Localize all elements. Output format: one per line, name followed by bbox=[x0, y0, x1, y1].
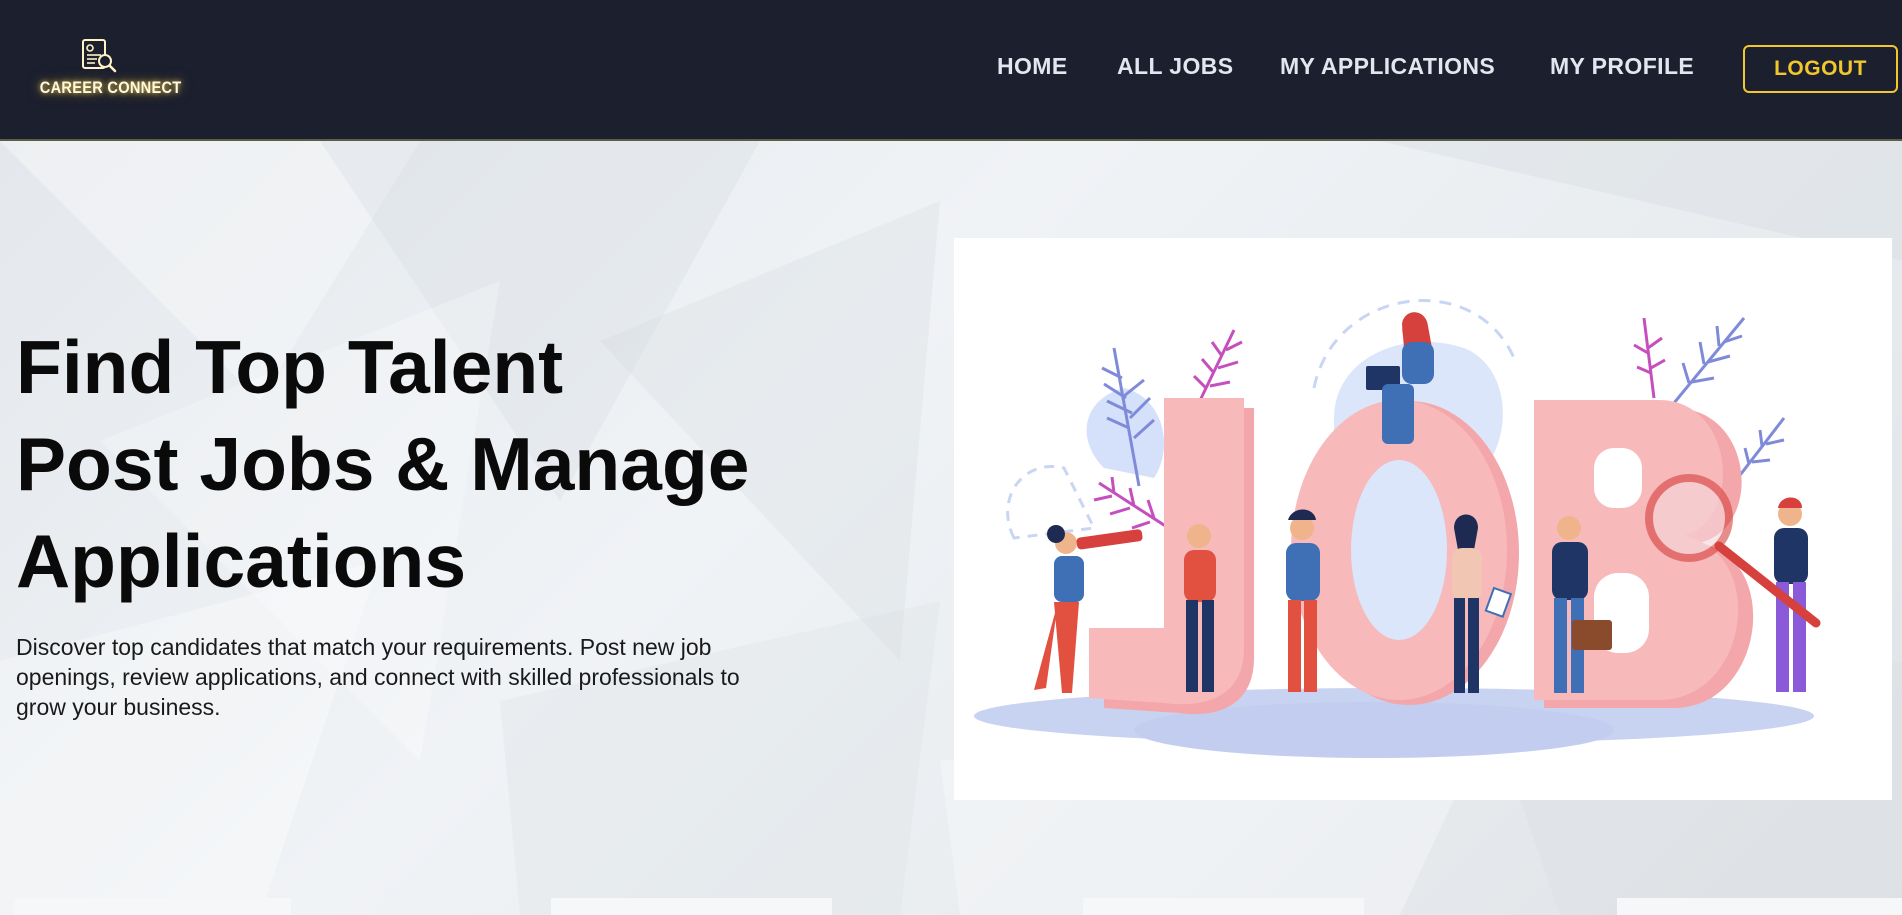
nav-my-applications[interactable]: MY APPLICATIONS bbox=[1280, 53, 1495, 80]
brand-logo[interactable]: CAREER CONNECT bbox=[30, 38, 182, 108]
resume-search-icon bbox=[82, 39, 117, 73]
hero-section: Find Top Talent Post Jobs & Manage Appli… bbox=[0, 141, 1902, 915]
hero-description: Discover top candidates that match your … bbox=[16, 634, 740, 720]
nav-my-profile[interactable]: MY PROFILE bbox=[1550, 53, 1694, 80]
top-navbar: CAREER CONNECT HOME ALL JOBS MY APPLICAT… bbox=[0, 0, 1902, 141]
hero-title-line-3: Applications bbox=[16, 519, 467, 603]
hero-illustration bbox=[954, 238, 1892, 800]
hero-title: Find Top Talent Post Jobs & Manage Appli… bbox=[16, 319, 816, 610]
logout-button[interactable]: LOGOUT bbox=[1743, 45, 1898, 93]
job-search-illustration bbox=[974, 299, 1821, 758]
feature-card-2 bbox=[551, 898, 832, 915]
feature-card-1 bbox=[14, 898, 291, 915]
nav-all-jobs[interactable]: ALL JOBS bbox=[1117, 53, 1234, 80]
nav-home[interactable]: HOME bbox=[997, 53, 1068, 80]
brand-name: CAREER CONNECT bbox=[39, 78, 182, 97]
feature-card-4 bbox=[1617, 898, 1902, 915]
hero-title-line-2: Post Jobs & Manage bbox=[16, 422, 750, 506]
hero-title-line-1: Find Top Talent bbox=[16, 325, 564, 409]
feature-card-3 bbox=[1083, 898, 1364, 915]
